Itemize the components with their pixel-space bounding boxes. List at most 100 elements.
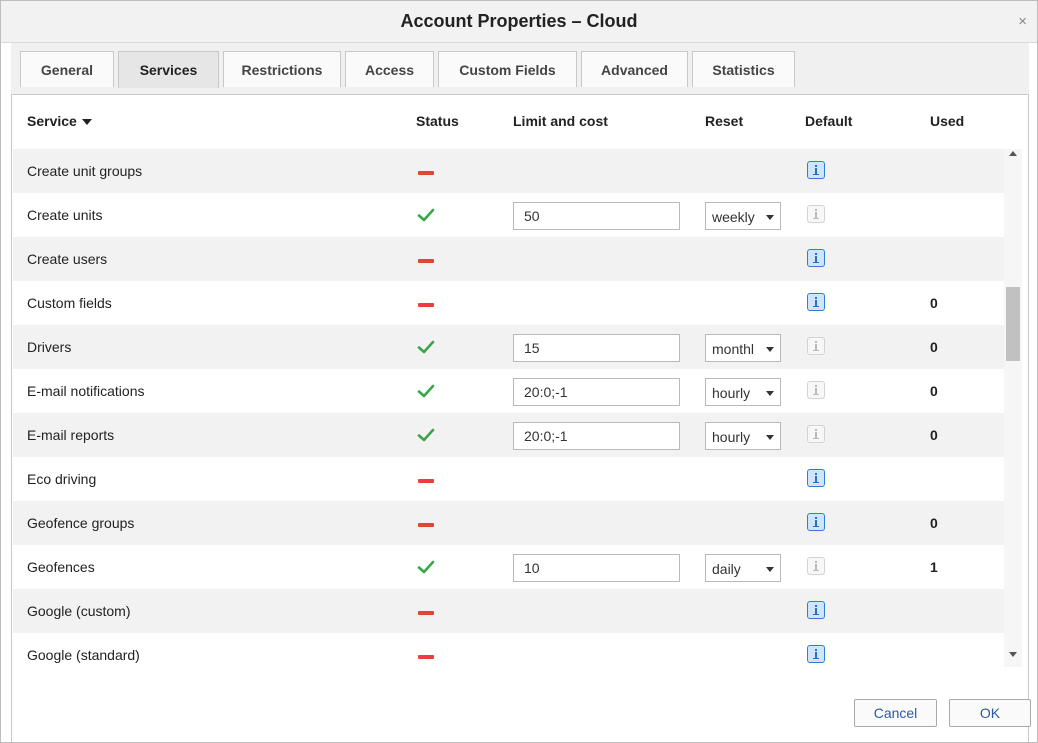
dialog-footer: Cancel OK (11, 681, 1031, 741)
service-name: E-mail notifications (27, 383, 145, 399)
status-enabled-check-icon[interactable] (416, 381, 436, 401)
used-count: 1 (930, 559, 938, 575)
chevron-down-icon (766, 391, 774, 396)
status-disabled-dash-icon[interactable] (418, 611, 434, 615)
table-row[interactable]: Create units weekly (13, 193, 1004, 237)
default-info-icon[interactable] (807, 381, 825, 399)
column-header-default: Default (805, 113, 853, 129)
table-row[interactable]: Custom fields 0 (13, 281, 1004, 325)
default-info-icon[interactable] (807, 293, 825, 311)
service-name: Drivers (27, 339, 72, 355)
status-disabled-dash-icon[interactable] (418, 479, 434, 483)
status-enabled-check-icon[interactable] (416, 205, 436, 225)
limit-input[interactable] (513, 202, 680, 230)
status-disabled-dash-icon[interactable] (418, 303, 434, 307)
used-count: 0 (930, 515, 938, 531)
reset-dropdown[interactable]: daily (705, 554, 781, 582)
tab-restrictions[interactable]: Restrictions (223, 51, 341, 87)
service-name: Create unit groups (27, 163, 143, 179)
reset-value: hourly (712, 385, 751, 401)
close-icon[interactable]: × (1018, 14, 1027, 29)
column-header-limit: Limit and cost (513, 113, 608, 129)
reset-dropdown[interactable]: hourly (705, 378, 781, 406)
tab-general[interactable]: General (20, 51, 114, 87)
table-row[interactable]: E-mail reports hourly 0 (13, 413, 1004, 457)
table-row[interactable]: Geofences daily 1 (13, 545, 1004, 589)
limit-input[interactable] (513, 554, 680, 582)
table-row[interactable]: Geofence groups 0 (13, 501, 1004, 545)
default-info-icon[interactable] (807, 161, 825, 179)
cancel-button[interactable]: Cancel (854, 699, 937, 727)
table-row[interactable]: Google (custom) (13, 589, 1004, 633)
limit-input[interactable] (513, 422, 680, 450)
service-name: E-mail reports (27, 427, 115, 443)
reset-value: weekly (712, 209, 755, 225)
service-name: Google (standard) (27, 647, 140, 663)
tab-services[interactable]: Services (118, 51, 219, 88)
ok-button[interactable]: OK (949, 699, 1031, 727)
used-count: 0 (930, 339, 938, 355)
tab-access[interactable]: Access (345, 51, 434, 87)
column-header-service-label: Service (27, 113, 77, 129)
reset-dropdown[interactable]: weekly (705, 202, 781, 230)
scroll-down-icon[interactable] (1009, 652, 1017, 657)
chevron-down-icon (766, 347, 774, 352)
account-properties-dialog: Account Properties – Cloud × General Ser… (0, 0, 1038, 743)
status-enabled-check-icon[interactable] (416, 425, 436, 445)
status-disabled-dash-icon[interactable] (418, 259, 434, 263)
column-header-used: Used (930, 113, 965, 129)
default-info-icon[interactable] (807, 469, 825, 487)
service-name: Google (custom) (27, 603, 131, 619)
reset-dropdown[interactable]: monthl (705, 334, 781, 362)
table-row[interactable]: Create users (13, 237, 1004, 281)
default-info-icon[interactable] (807, 337, 825, 355)
service-name: Custom fields (27, 295, 112, 311)
status-disabled-dash-icon[interactable] (418, 655, 434, 659)
default-info-icon[interactable] (807, 205, 825, 223)
table-row[interactable]: Create unit groups (13, 149, 1004, 193)
default-info-icon[interactable] (807, 601, 825, 619)
reset-dropdown[interactable]: hourly (705, 422, 781, 450)
column-header-service[interactable]: Service (27, 113, 92, 129)
service-name: Geofence groups (27, 515, 135, 531)
table-row[interactable]: E-mail notifications hourly 0 (13, 369, 1004, 413)
table-header: Service Status Limit and cost Reset Defa… (13, 97, 1028, 147)
status-disabled-dash-icon[interactable] (418, 523, 434, 527)
title-bar: Account Properties – Cloud × (1, 1, 1037, 43)
limit-input[interactable] (513, 378, 680, 406)
status-enabled-check-icon[interactable] (416, 337, 436, 357)
column-header-reset: Reset (705, 113, 744, 129)
sort-down-icon (81, 119, 92, 126)
table-row[interactable]: Eco driving (13, 457, 1004, 501)
services-table-body: Create unit groupsCreate unitsweeklyCrea… (13, 149, 1004, 677)
default-info-icon[interactable] (807, 249, 825, 267)
tab-bar: General Services Restrictions Access Cus… (11, 43, 1029, 95)
service-name: Create units (27, 207, 103, 223)
used-count: 0 (930, 427, 938, 443)
used-count: 0 (930, 295, 938, 311)
chevron-down-icon (766, 215, 774, 220)
dialog-title: Account Properties – Cloud (400, 11, 638, 31)
service-name: Create users (27, 251, 108, 267)
tab-statistics[interactable]: Statistics (692, 51, 795, 87)
service-name: Eco driving (27, 471, 97, 487)
service-name: Geofences (27, 559, 95, 575)
reset-value: hourly (712, 429, 751, 445)
status-enabled-check-icon[interactable] (416, 557, 436, 577)
reset-value: monthl (712, 341, 755, 357)
default-info-icon[interactable] (807, 645, 825, 663)
status-disabled-dash-icon[interactable] (418, 171, 434, 175)
scrollbar-thumb[interactable] (1006, 287, 1020, 361)
table-row[interactable]: Google (standard) (13, 633, 1004, 677)
default-info-icon[interactable] (807, 557, 825, 575)
scroll-up-icon[interactable] (1009, 151, 1017, 156)
default-info-icon[interactable] (807, 425, 825, 443)
limit-input[interactable] (513, 334, 680, 362)
tab-custom-fields[interactable]: Custom Fields (438, 51, 577, 87)
column-header-status: Status (416, 113, 459, 129)
tab-advanced[interactable]: Advanced (581, 51, 688, 87)
vertical-scrollbar[interactable] (1004, 149, 1022, 667)
default-info-icon[interactable] (807, 513, 825, 531)
chevron-down-icon (766, 567, 774, 572)
table-row[interactable]: Drivers monthl 0 (13, 325, 1004, 369)
